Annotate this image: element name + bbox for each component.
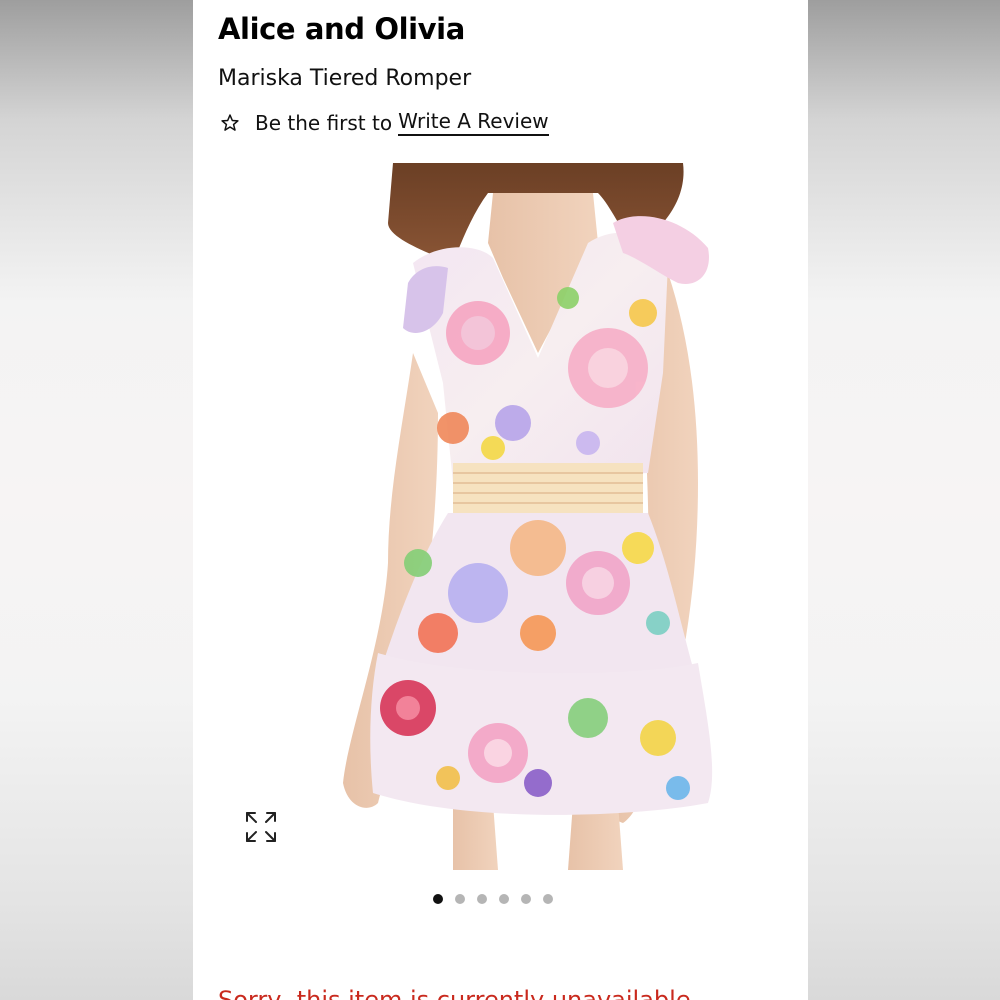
gallery-dot-1[interactable] — [433, 894, 443, 904]
product-title: Mariska Tiered Romper — [218, 66, 472, 91]
product-panel: Alice and Olivia Mariska Tiered Romper B… — [193, 0, 808, 1000]
gallery-dot-6[interactable] — [543, 894, 553, 904]
write-review-link[interactable]: Write A Review — [398, 109, 549, 136]
availability-message: Sorry, this item is currently unavailabl… — [218, 986, 691, 1000]
product-image[interactable] — [238, 163, 788, 870]
gallery-pagination — [433, 894, 553, 904]
gallery-dot-4[interactable] — [499, 894, 509, 904]
gallery-dot-2[interactable] — [455, 894, 465, 904]
brand-name: Alice and Olivia — [218, 12, 465, 46]
gallery-dot-3[interactable] — [477, 894, 487, 904]
review-prompt: Be the first to — [255, 110, 393, 135]
star-outline-icon — [221, 113, 239, 131]
expand-icon[interactable] — [243, 809, 279, 845]
right-blurred-backdrop — [808, 0, 1000, 1000]
gallery-dot-5[interactable] — [521, 894, 531, 904]
left-blurred-backdrop — [0, 0, 193, 1000]
review-row: Be the first to Write A Review — [220, 109, 549, 136]
